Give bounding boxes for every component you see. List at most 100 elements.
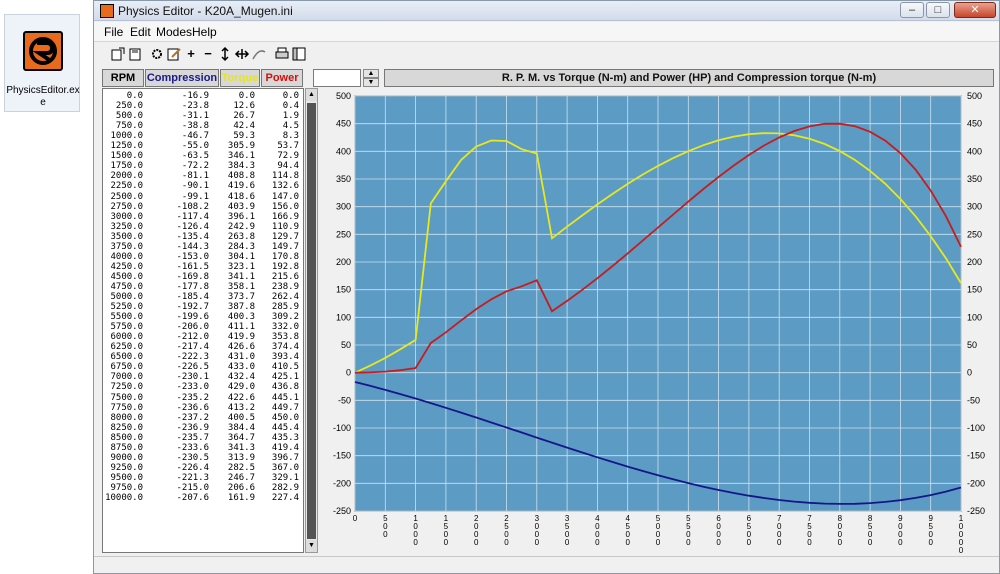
cell-power: 393.4 (271, 352, 299, 363)
menu-modes[interactable]: Modes (156, 25, 192, 39)
table-row[interactable]: 6500.0 -222.3 431.0 393.4 (103, 352, 303, 362)
table-row[interactable]: 6750.0 -226.5 433.0 410.5 (103, 362, 303, 372)
table-row[interactable]: 8250.0 -236.9 384.4 445.4 (103, 423, 303, 433)
print-icon[interactable] (274, 46, 290, 62)
edit-icon[interactable] (166, 46, 182, 62)
minus-icon[interactable]: − (200, 46, 216, 62)
spin-down-button[interactable]: ▼ (363, 78, 379, 87)
y-tick-label-right: -250 (967, 506, 985, 516)
table-row[interactable]: 7250.0 -233.0 429.0 436.8 (103, 382, 303, 392)
y-tick-label-left: -150 (333, 451, 351, 461)
cell-torque: 432.4 (227, 372, 255, 383)
table-row[interactable]: 250.0 -23.8 12.6 0.4 (103, 101, 303, 111)
table-row[interactable]: 4250.0 -161.5 323.1 192.8 (103, 262, 303, 272)
table-row[interactable]: 8500.0 -235.7 364.7 435.3 (103, 433, 303, 443)
x-tick-label: 5500 (686, 514, 691, 547)
cell-torque: 411.1 (227, 322, 255, 333)
table-row[interactable]: 2000.0 -81.1 408.8 114.8 (103, 171, 303, 181)
table-row[interactable]: 4000.0 -153.0 304.1 170.8 (103, 252, 303, 262)
horizontal-scale-icon[interactable] (234, 46, 250, 62)
table-row[interactable]: 5500.0 -199.6 400.3 309.2 (103, 312, 303, 322)
x-tick-label: 500 (383, 514, 388, 539)
table-row[interactable]: 500.0 -31.1 26.7 1.9 (103, 111, 303, 121)
table-row[interactable]: 7500.0 -235.2 422.6 445.1 (103, 393, 303, 403)
cell-power: 8.3 (282, 131, 299, 142)
cell-power: 396.7 (271, 452, 299, 463)
table-row[interactable]: 1250.0 -55.0 305.9 53.7 (103, 141, 303, 151)
save-icon[interactable] (127, 46, 143, 62)
plus-icon[interactable]: + (183, 46, 199, 62)
table-row[interactable]: 9000.0 -230.5 313.9 396.7 (103, 453, 303, 463)
cell-power: 192.8 (271, 261, 299, 272)
close-button[interactable]: ✕ (954, 2, 996, 18)
scroll-up-arrow-icon[interactable]: ▲ (306, 89, 317, 101)
table-row[interactable]: 4500.0 -169.8 341.1 215.6 (103, 272, 303, 282)
cell-rpm: 3000.0 (110, 211, 143, 222)
cell-compression: -153.0 (176, 251, 209, 262)
table-row[interactable]: 9250.0 -226.4 282.5 367.0 (103, 463, 303, 473)
table-row[interactable]: 3750.0 -144.3 284.3 149.7 (103, 242, 303, 252)
column-header-torque[interactable]: Torque (220, 69, 260, 87)
cell-compression: -46.7 (181, 131, 209, 142)
table-row[interactable]: 1500.0 -63.5 346.1 72.9 (103, 151, 303, 161)
menu-help[interactable]: Help (192, 25, 217, 39)
cell-rpm: 5750.0 (110, 322, 143, 333)
cell-torque: 263.8 (227, 231, 255, 242)
table-row[interactable]: 8750.0 -233.6 341.3 419.4 (103, 443, 303, 453)
cell-torque: 284.3 (227, 241, 255, 252)
table-row[interactable]: 5250.0 -192.7 387.8 285.9 (103, 302, 303, 312)
menu-file[interactable]: File (104, 25, 123, 39)
table-row[interactable]: 6250.0 -217.4 426.6 374.4 (103, 342, 303, 352)
x-tick-label: 6000 (716, 514, 721, 547)
table-row[interactable]: 3250.0 -126.4 242.9 110.9 (103, 222, 303, 232)
table-row[interactable]: 0.0 -16.9 0.0 0.0 (103, 91, 303, 101)
table-row[interactable]: 3500.0 -135.4 263.8 129.7 (103, 232, 303, 242)
curve-icon[interactable] (251, 46, 267, 62)
vertical-scale-icon[interactable] (217, 46, 233, 62)
cell-torque: 429.0 (227, 382, 255, 393)
table-row[interactable]: 6000.0 -212.0 419.9 353.8 (103, 332, 303, 342)
column-header-compression[interactable]: Compression (145, 69, 219, 87)
table-row[interactable]: 7000.0 -230.1 432.4 425.1 (103, 372, 303, 382)
cell-torque: 419.6 (227, 181, 255, 192)
column-header-power[interactable]: Power (261, 69, 303, 87)
table-row[interactable]: 5750.0 -206.0 411.1 332.0 (103, 322, 303, 332)
cell-rpm: 2750.0 (110, 201, 143, 212)
table-row[interactable]: 5000.0 -185.4 373.7 262.4 (103, 292, 303, 302)
cell-compression: -233.6 (176, 442, 209, 453)
menu-bar: File Edit Modes Help (94, 22, 999, 42)
window-title: Physics Editor - K20A_Mugen.ini (118, 4, 293, 18)
title-bar[interactable]: Physics Editor - K20A_Mugen.ini – □ ✕ (94, 1, 999, 21)
table-scrollbar[interactable]: ▲ ▼ (305, 88, 318, 553)
table-row[interactable]: 10000.0 -207.6 161.9 227.4 (103, 493, 303, 503)
table-row[interactable]: 9750.0 -215.0 206.6 282.9 (103, 483, 303, 493)
table-row[interactable]: 750.0 -38.8 42.4 4.5 (103, 121, 303, 131)
spin-up-button[interactable]: ▲ (363, 69, 379, 78)
menu-edit[interactable]: Edit (130, 25, 151, 39)
table-row[interactable]: 2250.0 -90.1 419.6 132.6 (103, 181, 303, 191)
table-row[interactable]: 9500.0 -221.3 246.7 329.1 (103, 473, 303, 483)
desktop-app-icon[interactable]: PhysicsEditor.exe (4, 14, 80, 112)
value-input[interactable] (313, 69, 361, 87)
column-header-rpm[interactable]: RPM (102, 69, 144, 87)
gear-icon[interactable] (149, 46, 165, 62)
table-row[interactable]: 3000.0 -117.4 396.1 166.9 (103, 212, 303, 222)
scroll-thumb[interactable] (307, 103, 316, 539)
table-row[interactable]: 4750.0 -177.8 358.1 238.9 (103, 282, 303, 292)
scroll-down-arrow-icon[interactable]: ▼ (306, 540, 317, 552)
table-row[interactable]: 7750.0 -236.6 413.2 449.7 (103, 403, 303, 413)
table-row[interactable]: 1000.0 -46.7 59.3 8.3 (103, 131, 303, 141)
table-row[interactable]: 2750.0 -108.2 403.9 156.0 (103, 202, 303, 212)
cell-compression: -235.2 (176, 392, 209, 403)
table-row[interactable]: 8000.0 -237.2 400.5 450.0 (103, 413, 303, 423)
table-row[interactable]: 1750.0 -72.2 384.3 94.4 (103, 161, 303, 171)
open-icon[interactable] (110, 46, 126, 62)
rpm-torque-power-chart[interactable]: 500 500450 450400 400350 350300 300250 250200 2… (319, 88, 992, 555)
cell-rpm: 7000.0 (110, 372, 143, 383)
cell-rpm: 2000.0 (110, 171, 143, 182)
window-icon[interactable] (291, 46, 307, 62)
table-row[interactable]: 2500.0 -99.1 418.6 147.0 (103, 192, 303, 202)
minimize-button[interactable]: – (900, 2, 924, 18)
maximize-button[interactable]: □ (926, 2, 950, 18)
y-tick-label-left: -100 (333, 423, 351, 433)
